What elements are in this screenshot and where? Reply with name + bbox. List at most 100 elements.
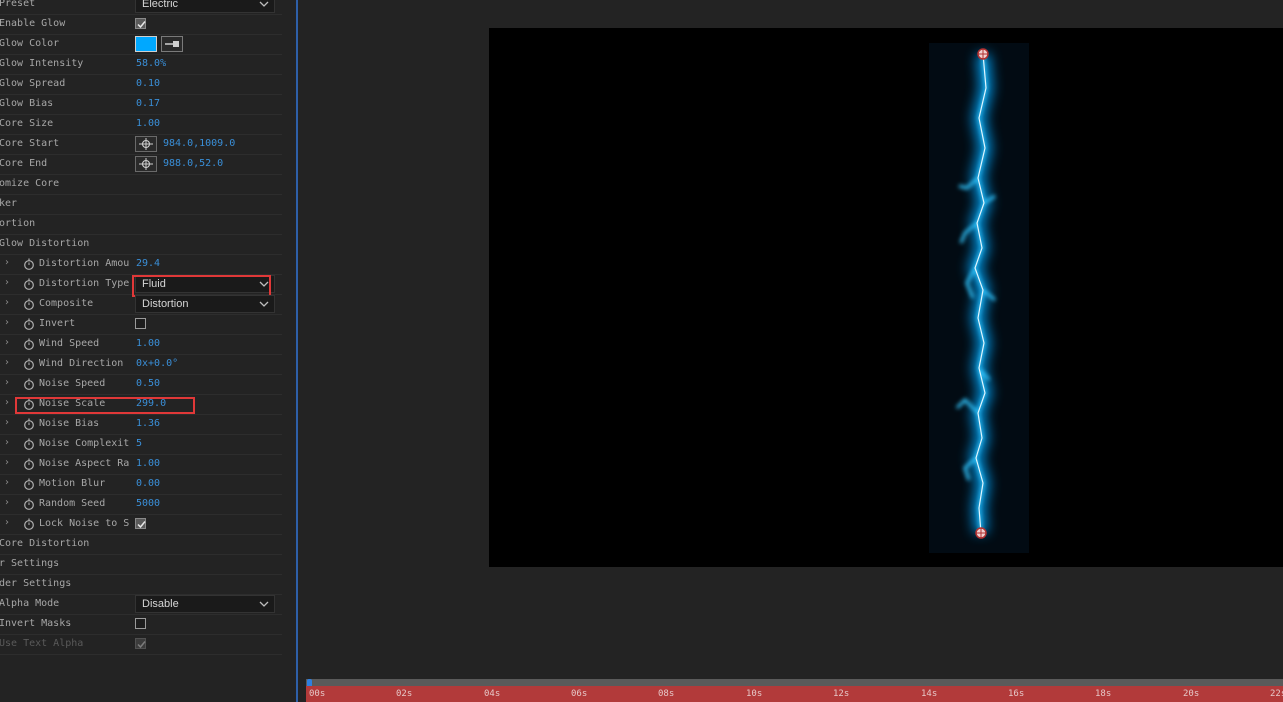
stopwatch-icon[interactable]: [23, 518, 35, 530]
stopwatch-icon[interactable]: [23, 318, 35, 330]
core-end-handle[interactable]: [977, 48, 989, 60]
property-value[interactable]: 0.50: [136, 378, 160, 389]
property-row-ker[interactable]: ker: [0, 195, 282, 215]
stopwatch-icon[interactable]: [23, 358, 35, 370]
property-row-glow-intensity[interactable]: Glow Intensity 58.0%: [0, 55, 282, 75]
twirl-arrow-icon[interactable]: ›: [5, 277, 9, 288]
property-row-noise-complexit[interactable]: › Noise Complexit 5: [0, 435, 282, 455]
highlight-box: [15, 397, 195, 414]
property-row-noise-bias[interactable]: › Noise Bias 1.36: [0, 415, 282, 435]
point-crosshair-icon[interactable]: [135, 156, 157, 172]
stopwatch-icon[interactable]: [23, 438, 35, 450]
twirl-arrow-icon[interactable]: ›: [5, 297, 9, 308]
property-row-motion-blur[interactable]: › Motion Blur 0.00: [0, 475, 282, 495]
property-row-r-settings[interactable]: r Settings: [0, 555, 282, 575]
property-value[interactable]: 29.4: [136, 258, 160, 269]
property-row-preset[interactable]: Preset Electric: [0, 0, 282, 15]
property-row-glow-distortion[interactable]: Glow Distortion: [0, 235, 282, 255]
enable-glow-checkbox[interactable]: [135, 18, 146, 29]
twirl-arrow-icon[interactable]: ›: [5, 317, 9, 328]
property-row-invert[interactable]: › Invert: [0, 315, 282, 335]
property-value[interactable]: 0.10: [136, 78, 160, 89]
composite-dropdown[interactable]: Distortion: [135, 295, 275, 313]
point-value[interactable]: 988.0,52.0: [163, 158, 223, 169]
invert-masks-checkbox[interactable]: [135, 618, 146, 629]
stopwatch-icon[interactable]: [23, 418, 35, 430]
checkmark-icon: [137, 641, 146, 649]
alpha-mode-dropdown[interactable]: Disable: [135, 595, 275, 613]
lock-noise-to-s-checkbox[interactable]: [135, 518, 146, 529]
property-value[interactable]: 1.36: [136, 418, 160, 429]
eyedropper-icon[interactable]: [161, 36, 183, 52]
property-row-core-end[interactable]: Core End 988.0,52.0: [0, 155, 282, 175]
twirl-arrow-icon[interactable]: ›: [5, 497, 9, 508]
property-label: ortion: [0, 218, 36, 229]
property-row-use-text-alpha[interactable]: Use Text Alpha: [0, 635, 282, 655]
work-area-bar[interactable]: [306, 679, 1283, 686]
property-value[interactable]: 1.00: [136, 338, 160, 349]
property-row-ortion[interactable]: ortion: [0, 215, 282, 235]
property-row-noise-speed[interactable]: › Noise Speed 0.50: [0, 375, 282, 395]
property-label: Use Text Alpha: [0, 638, 84, 649]
use-text-alpha-checkbox: [135, 638, 146, 649]
property-row-glow-bias[interactable]: Glow Bias 0.17: [0, 95, 282, 115]
stopwatch-icon[interactable]: [23, 378, 35, 390]
stopwatch-icon[interactable]: [23, 478, 35, 490]
property-row-random-seed[interactable]: › Random Seed 5000: [0, 495, 282, 515]
invert-checkbox[interactable]: [135, 318, 146, 329]
property-row-glow-spread[interactable]: Glow Spread 0.10: [0, 75, 282, 95]
property-value[interactable]: 0x+0.0°: [136, 358, 178, 369]
composition-viewer[interactable]: [489, 28, 1283, 567]
stopwatch-icon[interactable]: [23, 338, 35, 350]
property-row-invert-masks[interactable]: Invert Masks: [0, 615, 282, 635]
property-value[interactable]: 5: [136, 438, 142, 449]
timeline-ruler[interactable]: 00s 02s 04s 06s 08s 10s 12s 14s 16s 18s 20s 22s: [306, 679, 1283, 702]
property-row-noise-aspect-ra[interactable]: › Noise Aspect Ra 1.00: [0, 455, 282, 475]
time-tick-label: 12s: [833, 689, 850, 699]
stopwatch-icon[interactable]: [23, 258, 35, 270]
property-row-glow-color[interactable]: Glow Color: [0, 35, 282, 55]
twirl-arrow-icon[interactable]: ›: [5, 357, 9, 368]
property-row-der-settings[interactable]: der Settings: [0, 575, 282, 595]
property-value[interactable]: 58.0%: [136, 58, 166, 69]
panel-divider[interactable]: [296, 0, 298, 702]
twirl-arrow-icon[interactable]: ›: [5, 437, 9, 448]
property-row-core-start[interactable]: Core Start 984.0,1009.0: [0, 135, 282, 155]
time-ruler[interactable]: 00s 02s 04s 06s 08s 10s 12s 14s 16s 18s 20s 22s: [306, 686, 1283, 702]
twirl-arrow-icon[interactable]: ›: [5, 477, 9, 488]
property-row-core-distortion[interactable]: Core Distortion: [0, 535, 282, 555]
property-row-core-size[interactable]: Core Size 1.00: [0, 115, 282, 135]
property-row-alpha-mode[interactable]: Alpha Mode Disable: [0, 595, 282, 615]
property-row-distortion-amou[interactable]: › Distortion Amou 29.4: [0, 255, 282, 275]
stopwatch-icon[interactable]: [23, 278, 35, 290]
property-label: Core Size: [0, 118, 54, 129]
property-row-wind-speed[interactable]: › Wind Speed 1.00: [0, 335, 282, 355]
twirl-arrow-icon[interactable]: ›: [5, 457, 9, 468]
core-start-handle[interactable]: [975, 527, 987, 539]
twirl-arrow-icon[interactable]: ›: [5, 257, 9, 268]
point-value[interactable]: 984.0,1009.0: [163, 138, 235, 149]
property-row-omize-core[interactable]: omize Core: [0, 175, 282, 195]
property-value[interactable]: 1.00: [136, 118, 160, 129]
property-value[interactable]: 0.00: [136, 478, 160, 489]
property-value[interactable]: 0.17: [136, 98, 160, 109]
color-swatch[interactable]: [135, 36, 157, 52]
twirl-arrow-icon[interactable]: ›: [5, 337, 9, 348]
property-label: Wind Direction: [39, 358, 124, 369]
stopwatch-icon[interactable]: [23, 498, 35, 510]
preset-dropdown[interactable]: Electric: [135, 0, 275, 13]
property-row-enable-glow[interactable]: Enable Glow: [0, 15, 282, 35]
property-row-wind-direction[interactable]: › Wind Direction 0x+0.0°: [0, 355, 282, 375]
twirl-arrow-icon[interactable]: ›: [5, 397, 9, 408]
property-value[interactable]: 1.00: [136, 458, 160, 469]
property-value[interactable]: 5000: [136, 498, 160, 509]
stopwatch-icon[interactable]: [23, 458, 35, 470]
twirl-arrow-icon[interactable]: ›: [5, 377, 9, 388]
property-row-composite[interactable]: › Composite Distortion: [0, 295, 282, 315]
twirl-arrow-icon[interactable]: ›: [5, 417, 9, 428]
dropdown-value: Electric: [142, 0, 179, 10]
stopwatch-icon[interactable]: [23, 298, 35, 310]
twirl-arrow-icon[interactable]: ›: [5, 517, 9, 528]
point-crosshair-icon[interactable]: [135, 136, 157, 152]
property-row-lock-noise-to-s[interactable]: › Lock Noise to S: [0, 515, 282, 535]
